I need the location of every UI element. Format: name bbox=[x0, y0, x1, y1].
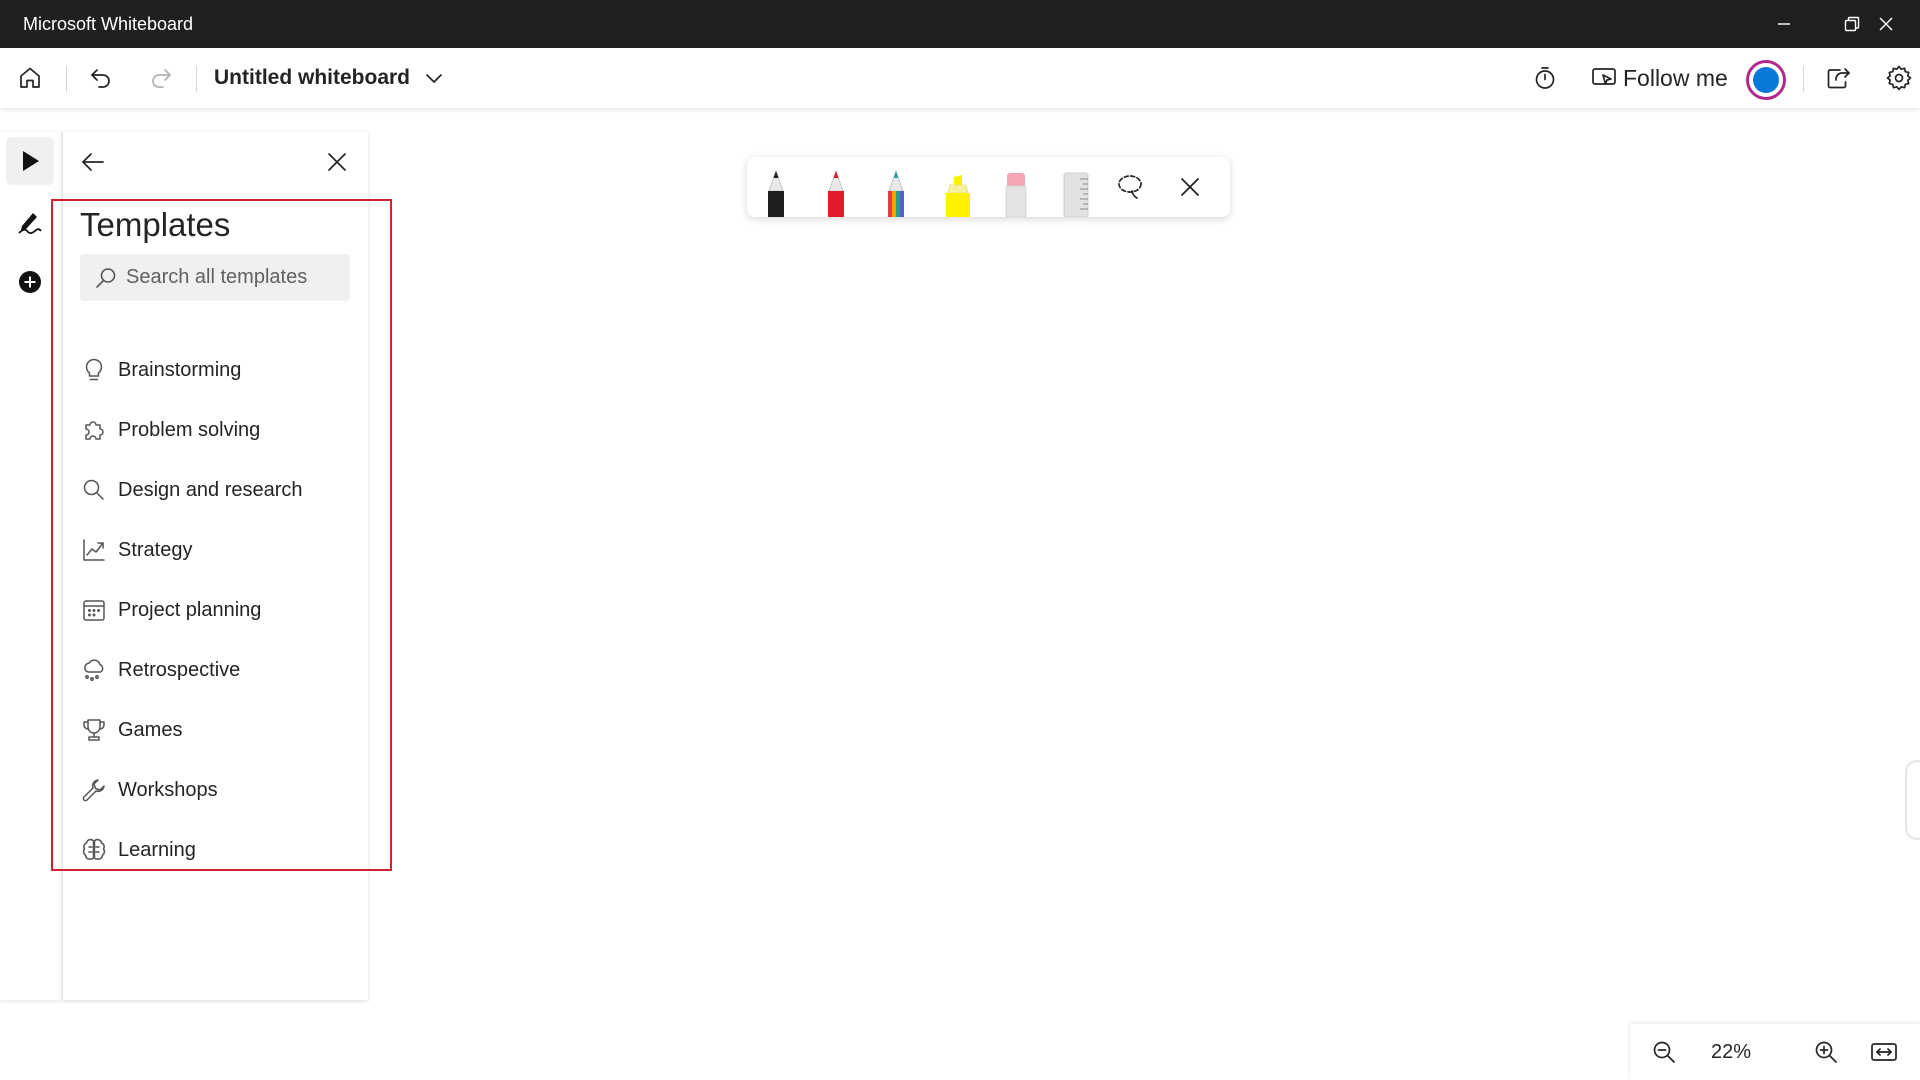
redo-button[interactable] bbox=[143, 60, 179, 96]
arrow-left-icon bbox=[82, 153, 104, 171]
category-label: Brainstorming bbox=[118, 358, 242, 381]
category-label: Learning bbox=[118, 838, 196, 861]
timer-button[interactable] bbox=[1527, 60, 1563, 96]
home-button[interactable] bbox=[12, 60, 48, 96]
zoom-level[interactable]: 22% bbox=[1688, 1041, 1774, 1064]
undo-icon bbox=[91, 69, 110, 88]
close-icon bbox=[1879, 17, 1893, 31]
zoom-in-icon bbox=[1815, 1041, 1837, 1063]
category-brainstorming[interactable]: Brainstorming bbox=[75, 348, 355, 392]
fit-width-icon bbox=[1871, 1043, 1897, 1061]
minimize-button[interactable] bbox=[1750, 0, 1818, 48]
undo-button[interactable] bbox=[83, 60, 119, 96]
category-label: Problem solving bbox=[118, 418, 261, 441]
avatar-image bbox=[1753, 67, 1779, 93]
category-design-and-research[interactable]: Design and research bbox=[75, 468, 355, 512]
follow-me-button[interactable]: Follow me bbox=[1623, 65, 1728, 92]
follow-me-icon-button[interactable] bbox=[1587, 60, 1623, 96]
toolbar-divider bbox=[1803, 66, 1804, 92]
rainbow-pen-tool[interactable] bbox=[878, 169, 914, 217]
black-pen-icon bbox=[768, 169, 784, 217]
chevron-down-icon bbox=[426, 74, 442, 83]
inking-tool-button[interactable] bbox=[6, 198, 54, 246]
board-title[interactable]: Untitled whiteboard bbox=[214, 66, 410, 90]
category-games[interactable]: Games bbox=[75, 708, 355, 752]
ruler-icon bbox=[1063, 172, 1089, 217]
highlighter-icon bbox=[946, 175, 970, 217]
toolbar-divider bbox=[66, 66, 67, 92]
pen-signature-icon bbox=[18, 213, 42, 234]
wrench-icon bbox=[79, 775, 109, 805]
close-icon bbox=[328, 153, 346, 171]
template-search-box[interactable] bbox=[80, 254, 350, 301]
category-label: Retrospective bbox=[118, 658, 241, 681]
back-button[interactable] bbox=[75, 144, 111, 180]
eraser-icon bbox=[1005, 173, 1027, 217]
category-label: Project planning bbox=[118, 598, 262, 621]
category-strategy[interactable]: Strategy bbox=[75, 528, 355, 572]
top-toolbar: Untitled whiteboard Follow me bbox=[0, 48, 1920, 108]
rainbow-pen-icon bbox=[888, 169, 904, 217]
app-title: Microsoft Whiteboard bbox=[23, 14, 194, 34]
avatar[interactable] bbox=[1746, 60, 1786, 100]
close-window-button[interactable] bbox=[1852, 0, 1920, 48]
lasso-icon bbox=[1118, 175, 1142, 199]
plus-circle-icon bbox=[19, 271, 41, 293]
inking-toolbar bbox=[747, 157, 1230, 217]
toolbar-divider bbox=[196, 66, 197, 92]
fit-to-screen-button[interactable] bbox=[1866, 1034, 1902, 1070]
trend-chart-icon bbox=[79, 535, 109, 565]
category-project-planning[interactable]: Project planning bbox=[75, 588, 355, 632]
lasso-select-tool[interactable] bbox=[1112, 169, 1148, 205]
templates-panel: Templates Brainstorming Problem solving … bbox=[62, 132, 368, 1000]
share-button[interactable] bbox=[1820, 60, 1856, 96]
timer-icon bbox=[1535, 67, 1555, 89]
share-icon bbox=[1827, 68, 1850, 89]
zoom-in-button[interactable] bbox=[1808, 1034, 1844, 1070]
category-label: Design and research bbox=[118, 478, 303, 501]
redo-icon bbox=[152, 69, 171, 88]
category-label: Workshops bbox=[118, 778, 218, 801]
search-input[interactable] bbox=[126, 254, 344, 301]
home-icon bbox=[20, 67, 40, 88]
highlighter-tool[interactable] bbox=[938, 169, 974, 217]
left-tool-rail bbox=[0, 132, 62, 1000]
calendar-icon bbox=[79, 595, 109, 625]
category-learning[interactable]: Learning bbox=[75, 828, 355, 872]
board-menu-button[interactable] bbox=[416, 60, 452, 96]
eraser-tool[interactable] bbox=[998, 169, 1034, 217]
close-icon bbox=[1181, 178, 1199, 196]
magnifier-icon bbox=[79, 475, 109, 505]
settings-button[interactable] bbox=[1881, 60, 1917, 96]
red-pen-tool[interactable] bbox=[818, 169, 854, 217]
select-tool-button[interactable] bbox=[6, 137, 54, 185]
trophy-icon bbox=[79, 715, 109, 745]
zoom-out-icon bbox=[1653, 1041, 1675, 1063]
puzzle-icon bbox=[79, 415, 109, 445]
close-panel-button[interactable] bbox=[319, 144, 355, 180]
cloud-icon bbox=[79, 655, 109, 685]
category-retrospective[interactable]: Retrospective bbox=[75, 648, 355, 692]
close-inking-toolbar-button[interactable] bbox=[1172, 169, 1208, 205]
present-screen-icon bbox=[1592, 68, 1616, 85]
black-pen-tool[interactable] bbox=[758, 169, 794, 217]
category-label: Strategy bbox=[118, 538, 193, 561]
cursor-arrow-icon bbox=[23, 151, 39, 171]
panel-title: Templates bbox=[80, 206, 231, 243]
zoom-out-button[interactable] bbox=[1646, 1034, 1682, 1070]
create-add-button[interactable] bbox=[6, 258, 54, 306]
ruler-tool[interactable] bbox=[1058, 169, 1094, 217]
search-icon bbox=[96, 268, 116, 288]
category-label: Games bbox=[118, 718, 183, 741]
category-workshops[interactable]: Workshops bbox=[75, 768, 355, 812]
category-problem-solving[interactable]: Problem solving bbox=[75, 408, 355, 452]
minimize-icon bbox=[1778, 23, 1790, 25]
red-pen-icon bbox=[828, 169, 844, 217]
brain-icon bbox=[79, 835, 109, 865]
zoom-controls: 22% bbox=[1630, 1024, 1920, 1080]
lightbulb-icon bbox=[79, 355, 109, 385]
gear-icon bbox=[1886, 65, 1912, 91]
title-bar: Microsoft Whiteboard bbox=[0, 0, 1920, 48]
side-panel-handle[interactable] bbox=[1905, 760, 1920, 840]
